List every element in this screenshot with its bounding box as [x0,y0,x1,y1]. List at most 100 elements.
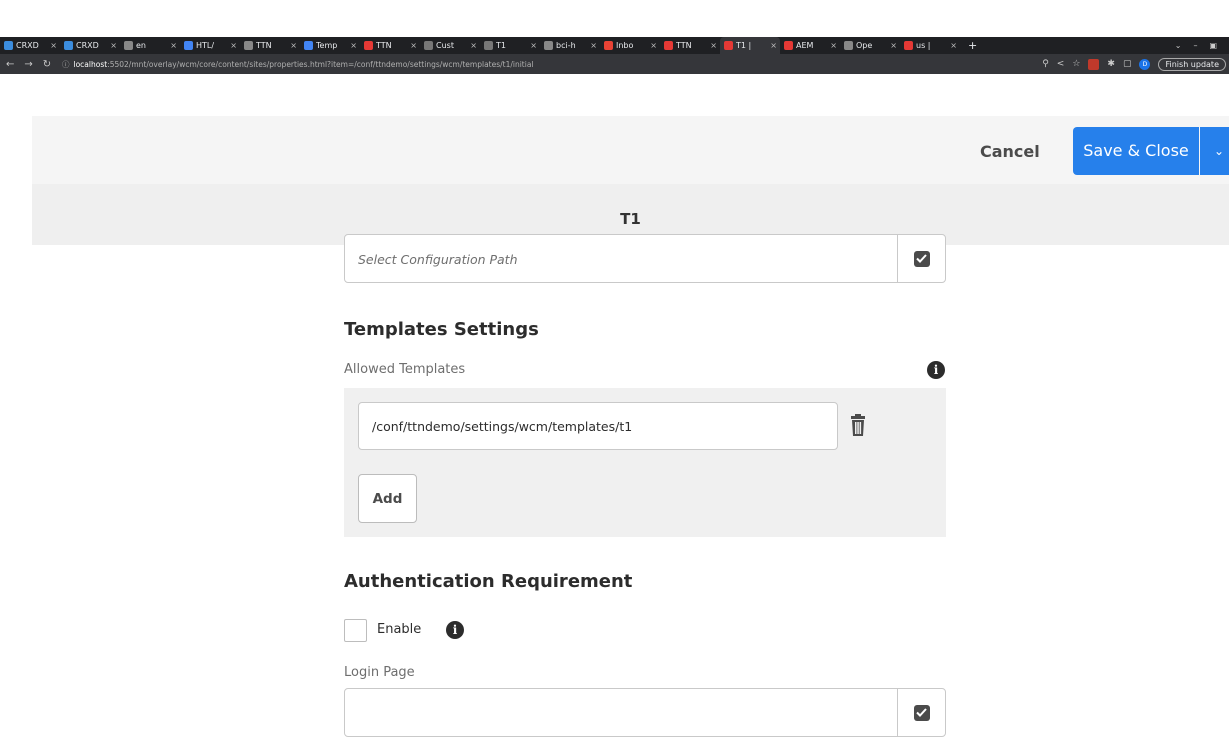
url-path: :5502/mnt/overlay/wcm/core/content/sites… [107,59,534,69]
adobe-icon [904,41,913,50]
authentication-heading: Authentication Requirement [344,571,633,592]
browser-tab[interactable]: Cust × [420,37,480,54]
chevron-down-icon: ⌄ [1214,144,1225,158]
action-bar: Cancel Save & Close ⌄ [32,116,1229,184]
extensions-puzzle-icon[interactable]: ✱ [1107,59,1115,69]
close-icon[interactable]: × [470,41,477,50]
browser-tab[interactable]: TTN × [240,37,300,54]
window-controls: ⌄ – ▣ [1175,41,1229,50]
browser-tab[interactable]: en × [120,37,180,54]
delete-trash-icon[interactable] [848,414,868,438]
allowed-template-value: /conf/ttndemo/settings/wcm/templates/t1 [372,419,633,434]
docs-icon [184,41,193,50]
browser-tab-label: us | [916,41,931,50]
close-icon[interactable]: × [410,41,417,50]
adobe-icon [664,41,673,50]
zoom-icon[interactable]: ⚲ [1042,59,1049,69]
browser-tab[interactable]: CRXD × [0,37,60,54]
browser-tab[interactable]: bci-h × [540,37,600,54]
close-icon[interactable]: × [590,41,597,50]
browser-tab[interactable]: us | × [900,37,960,54]
browser-tab-strip: CRXD × CRXD × en × HTL/× TTN × Temp × TTN × Cust × T1 × b… [0,37,1229,54]
browser-tab-label: Inbo [616,41,634,50]
save-close-button[interactable]: Save & Close [1073,127,1199,175]
browser-tab[interactable]: AEM × [780,37,840,54]
browser-tab[interactable]: Temp × [300,37,360,54]
finish-update-button[interactable]: Finish update [1158,57,1226,71]
adobe-icon [784,41,793,50]
crx-icon [64,41,73,50]
close-icon[interactable]: × [830,41,837,50]
url-host: localhost [73,59,108,69]
extension-icon[interactable] [1088,58,1100,70]
close-icon[interactable]: × [110,41,117,50]
close-icon[interactable]: × [650,41,657,50]
browser-tab-label: CRXD [76,41,99,50]
restore-icon[interactable]: ▣ [1209,41,1217,50]
info-icon[interactable]: i [446,621,464,639]
forward-icon[interactable]: → [24,59,32,70]
minimize-icon[interactable]: – [1193,41,1197,50]
browser-tab-label: Ope [856,41,873,50]
templates-settings-heading: Templates Settings [344,319,539,340]
close-icon[interactable]: × [290,41,297,50]
browser-tab-label: T1 | [736,41,752,50]
save-options-toggle[interactable]: ⌄ [1200,127,1229,175]
browser-tab[interactable]: T1 | × [720,37,780,54]
close-icon[interactable]: × [170,41,177,50]
globe-icon [244,41,253,50]
globe-icon [424,41,433,50]
browser-tab-label: T1 [496,41,506,50]
info-icon[interactable]: i [927,361,945,379]
tab-search-icon[interactable]: ⌄ [1175,41,1182,50]
globe-icon [544,41,553,50]
login-page-browse-button[interactable] [897,689,945,736]
close-icon[interactable]: × [530,41,537,50]
share-icon[interactable]: < [1057,59,1065,69]
browser-tab-label: TTN [676,41,692,50]
browser-tab[interactable]: TTN × [360,37,420,54]
new-tab-button[interactable]: + [960,39,985,52]
browser-tab-label: HTL/ [196,41,215,50]
login-page-field[interactable] [344,688,946,737]
allowed-template-field[interactable]: /conf/ttndemo/settings/wcm/templates/t1 [358,402,838,450]
close-icon[interactable]: × [710,41,717,50]
browser-tab[interactable]: CRXD × [60,37,120,54]
browser-tab[interactable]: Inbo × [600,37,660,54]
close-icon[interactable]: × [350,41,357,50]
adobe-icon [364,41,373,50]
browser-nav-buttons: ← → ↻ [0,59,62,70]
close-icon[interactable]: × [950,41,957,50]
browser-tab-label: TTN [376,41,392,50]
site-info-icon[interactable]: ⓘ [62,59,70,70]
browser-tab[interactable]: HTL/ × [180,37,240,54]
page-top-spacer [0,74,1229,116]
browser-tab-label: Cust [436,41,454,50]
allowed-templates-label: Allowed Templates [344,362,466,377]
bookmark-star-icon[interactable]: ☆ [1072,59,1080,69]
close-icon[interactable]: × [770,41,777,50]
close-icon[interactable]: × [890,41,897,50]
browser-tab-label: AEM [796,41,814,50]
close-icon[interactable]: × [50,41,57,50]
add-template-button[interactable]: Add [358,474,417,523]
browser-tab-label: TTN [256,41,272,50]
profile-avatar[interactable]: D [1139,58,1151,70]
close-icon[interactable]: × [230,41,237,50]
cancel-button[interactable]: Cancel [980,116,1040,184]
browser-tab[interactable]: TTN × [660,37,720,54]
enable-label: Enable [377,622,422,637]
browser-tab[interactable]: T1 × [480,37,540,54]
enable-checkbox[interactable] [344,619,367,642]
configuration-path-browse-button[interactable] [897,235,945,282]
browser-actions: ⚲ < ☆ ✱ ▢ D Finish update [1042,57,1229,71]
browser-tab[interactable]: Ope × [840,37,900,54]
side-panel-icon[interactable]: ▢ [1123,59,1132,69]
back-icon[interactable]: ← [6,59,14,70]
url-field[interactable]: ⓘ localhost :5502/mnt/overlay/wcm/core/c… [62,54,534,74]
globe-icon [484,41,493,50]
reload-icon[interactable]: ↻ [43,59,51,70]
docs-icon [304,41,313,50]
crx-icon [4,41,13,50]
configuration-path-field[interactable]: Select Configuration Path [344,234,946,283]
